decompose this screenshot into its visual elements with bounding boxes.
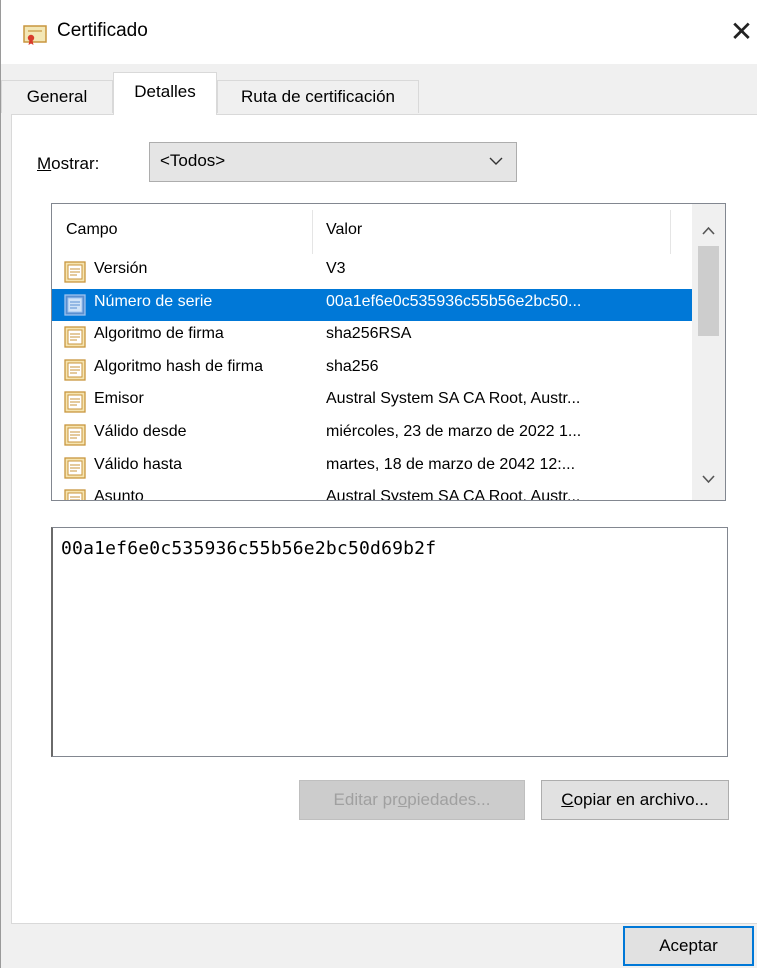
list-item[interactable]: Algoritmo de firma sha256RSA bbox=[52, 321, 692, 353]
field-icon bbox=[64, 293, 86, 316]
field-icon bbox=[64, 456, 86, 479]
field-name: Algoritmo de firma bbox=[94, 325, 224, 343]
show-label: Mostrar: bbox=[37, 154, 100, 173]
list-item[interactable]: Versión V3 bbox=[52, 256, 692, 288]
field-name: Versión bbox=[94, 260, 148, 277]
show-dropdown-value: <Todos> bbox=[160, 151, 226, 170]
copy-to-file-button[interactable]: Copiar en archivo... bbox=[541, 780, 729, 820]
tab-strip: General Detalles Ruta de certificación bbox=[1, 68, 757, 116]
title-bar[interactable]: Certificado ✕ bbox=[1, 0, 757, 64]
field-name: Algoritmo hash de firma bbox=[94, 357, 263, 375]
column-divider[interactable] bbox=[670, 210, 671, 254]
field-name: Válido hasta bbox=[94, 455, 183, 473]
tab-general[interactable]: General bbox=[1, 80, 113, 113]
tab-details[interactable]: Detalles bbox=[113, 72, 217, 115]
list-header: Campo Valor bbox=[52, 204, 690, 254]
field-value: Austral System SA CA Root, Austr... bbox=[326, 390, 581, 408]
chevron-down-icon bbox=[489, 157, 503, 165]
close-icon: ✕ bbox=[729, 15, 754, 48]
vertical-scrollbar[interactable] bbox=[692, 204, 725, 500]
list-item[interactable]: Válido desde miércoles, 23 de marzo de 20… bbox=[52, 419, 692, 451]
field-value: 00a1ef6e0c535936c55b56e2bc50... bbox=[326, 292, 582, 310]
list-item[interactable]: Válido hasta martes, 18 de marzo de 2042 … bbox=[52, 452, 692, 484]
certificate-dialog: Certificado ✕ General Detalles Ruta de c… bbox=[0, 0, 757, 968]
list-item[interactable]: Emisor Austral System SA CA Root, Austr..… bbox=[52, 386, 692, 418]
column-header-field[interactable]: Campo bbox=[52, 204, 312, 254]
field-name: Número de serie bbox=[94, 292, 213, 310]
show-dropdown[interactable]: <Todos> bbox=[149, 142, 517, 182]
field-icon bbox=[64, 391, 86, 414]
field-icon bbox=[64, 261, 86, 283]
field-value: sha256 bbox=[326, 357, 379, 375]
field-value: V3 bbox=[326, 260, 346, 277]
certificate-icon bbox=[23, 25, 47, 45]
field-value-textbox[interactable]: 00a1ef6e0c535936c55b56e2bc50d69b2f bbox=[51, 527, 728, 757]
field-value: martes, 18 de marzo de 2042 12:... bbox=[326, 455, 576, 473]
list-item[interactable]: Asunto Austral System SA CA Root, Austr..… bbox=[52, 484, 692, 501]
scroll-thumb[interactable] bbox=[698, 246, 719, 336]
field-name: Asunto bbox=[94, 488, 144, 501]
field-value: miércoles, 23 de marzo de 2022 1... bbox=[326, 423, 582, 440]
edit-properties-button[interactable]: Editar propiedades... bbox=[299, 780, 525, 820]
field-name: Válido desde bbox=[94, 423, 187, 440]
list-item[interactable]: Algoritmo hash de firma sha256 bbox=[52, 354, 692, 386]
field-icon bbox=[64, 326, 86, 348]
field-value: sha256RSA bbox=[326, 325, 412, 343]
scroll-down-icon[interactable] bbox=[692, 466, 725, 494]
field-icon bbox=[64, 424, 86, 446]
field-icon bbox=[64, 359, 86, 381]
scroll-up-icon[interactable] bbox=[692, 216, 725, 244]
field-name: Emisor bbox=[94, 390, 144, 408]
field-icon bbox=[64, 489, 86, 500]
column-header-value[interactable]: Valor bbox=[312, 204, 672, 254]
tab-certification-path[interactable]: Ruta de certificación bbox=[217, 80, 419, 113]
dialog-title: Certificado bbox=[57, 20, 148, 41]
field-value-text: 00a1ef6e0c535936c55b56e2bc50d69b2f bbox=[61, 538, 437, 559]
ok-button[interactable]: Aceptar bbox=[623, 926, 754, 966]
list-item[interactable]: Número de serie 00a1ef6e0c535936c55b56e2b… bbox=[52, 288, 692, 321]
close-button[interactable]: ✕ bbox=[725, 12, 757, 52]
field-value: Austral System SA CA Root, Austr... bbox=[326, 488, 581, 501]
fields-list[interactable]: Campo Valor Versión V3 Número de serie 00a1… bbox=[51, 203, 726, 501]
